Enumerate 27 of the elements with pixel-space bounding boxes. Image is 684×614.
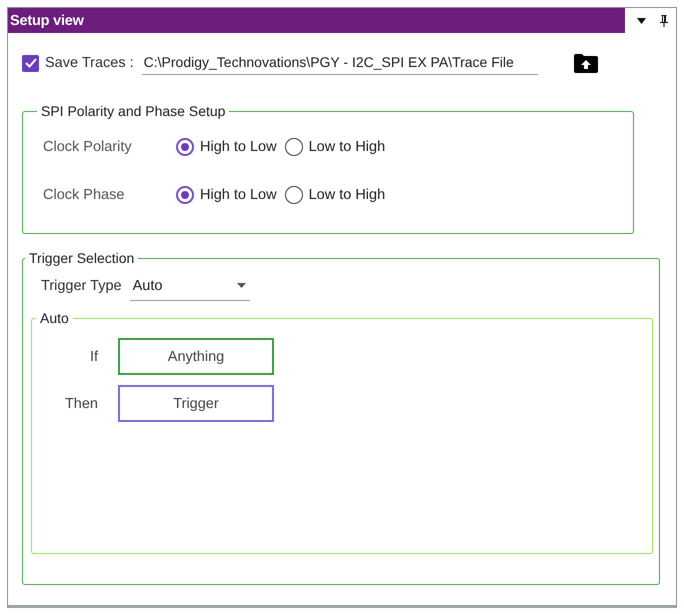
group-title: Trigger Selection: [28, 250, 136, 266]
option-label: Clock Polarity: [43, 139, 133, 155]
window-title: Setup view: [8, 8, 625, 33]
trigger-type-dropdown[interactable]: Auto: [130, 272, 250, 300]
radio-option[interactable]: High to Low: [176, 186, 277, 204]
radio-button[interactable]: [284, 138, 303, 156]
group-title: Auto: [39, 310, 70, 326]
dropdown-icon[interactable]: [637, 18, 646, 24]
radio-option[interactable]: Low to High: [284, 138, 386, 156]
option-label: Clock Phase: [43, 187, 126, 203]
radio-button[interactable]: [284, 186, 303, 204]
checkbox[interactable]: [22, 54, 39, 72]
action-button[interactable]: Trigger: [118, 385, 274, 422]
group-title: SPI Polarity and Phase Setup: [40, 103, 226, 119]
condition-button[interactable]: Anything: [118, 338, 274, 375]
radio-option[interactable]: High to Low: [176, 138, 277, 156]
row-label: Then: [64, 396, 99, 412]
folder-upload-icon[interactable]: [574, 54, 598, 72]
row-label: If: [88, 348, 99, 364]
field-label: Save Traces :: [45, 55, 134, 71]
radio-option[interactable]: Low to High: [284, 186, 386, 204]
radio-button[interactable]: [176, 186, 194, 204]
field-label: Trigger Type: [41, 278, 122, 294]
pin-icon[interactable]: [660, 14, 668, 26]
radio-button[interactable]: [176, 138, 194, 156]
caret-icon: [236, 283, 246, 288]
path-field[interactable]: C:\Prodigy_Technovations\PGY - I2C_SPI EX PA\Trace File: [142, 51, 538, 75]
